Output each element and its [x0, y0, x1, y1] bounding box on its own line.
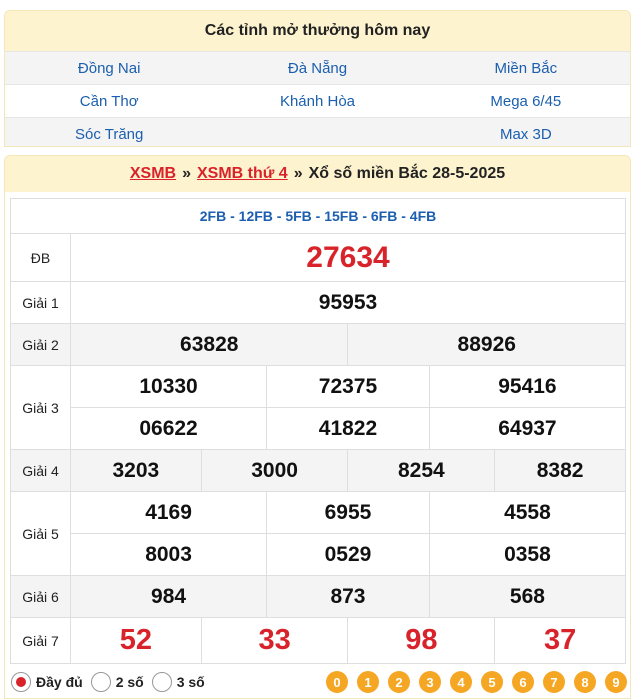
province-link-mega-645[interactable]: Mega 6/45 [422, 85, 630, 117]
prize-g5-number: 6955 [266, 491, 430, 534]
provinces-panel: Các tỉnh mở thưởng hôm nay Đồng Nai Đà N… [4, 10, 631, 147]
prize-g3-number: 64937 [428, 407, 627, 450]
provinces-row: Đồng Nai Đà Nẵng Miền Bắc [5, 51, 630, 84]
prize-g7-number: 37 [494, 617, 626, 664]
province-link-soc-trang[interactable]: Sóc Trăng [5, 118, 213, 146]
table-row: ĐB 27634 [10, 233, 626, 282]
option-3-digits[interactable]: 3 số [151, 672, 205, 692]
prize-special-number: 27634 [70, 233, 626, 282]
prize-g5-number: 8003 [69, 533, 268, 576]
option-label: 2 số [115, 674, 144, 690]
option-full[interactable]: Đầy đủ [11, 672, 83, 692]
prize-g3-number: 72375 [266, 365, 430, 408]
results-panel: XSMB » XSMB thứ 4 » Xổ số miền Bắc 28-5-… [4, 155, 631, 699]
prize-g5-number: 0529 [266, 533, 430, 576]
prize-g3-number: 95416 [428, 365, 627, 408]
prize-g2-number: 88926 [347, 323, 626, 366]
province-link-mien-bac[interactable]: Miền Bắc [422, 52, 630, 84]
prize-label-g1: Giải 1 [10, 281, 71, 324]
radio-selected-icon[interactable] [11, 672, 31, 692]
breadcrumb: XSMB » XSMB thứ 4 » Xổ số miền Bắc 28-5-… [5, 156, 630, 192]
digit-button-7[interactable]: 7 [543, 671, 565, 693]
provinces-row: Sóc Trăng Max 3D [5, 117, 630, 146]
prize-g5-number: 4558 [428, 491, 627, 534]
prize-label-g6: Giải 6 [10, 575, 71, 618]
prize-g5-number: 4169 [69, 491, 268, 534]
prize-g2-number: 63828 [69, 323, 349, 366]
prize-label-db: ĐB [10, 233, 71, 282]
digit-button-0[interactable]: 0 [326, 671, 348, 693]
province-link-max-3d[interactable]: Max 3D [422, 118, 630, 146]
table-row: Giải 7 52 33 98 37 [10, 617, 626, 664]
province-empty [213, 118, 421, 146]
digit-button-5[interactable]: 5 [481, 671, 503, 693]
table-row: Giải 6 984 873 568 [10, 575, 627, 618]
province-link-khanh-hoa[interactable]: Khánh Hòa [213, 85, 421, 117]
table-row: 8003 0529 0358 [11, 533, 627, 576]
prize-g1-number: 95953 [70, 281, 626, 324]
table-row: 06622 41822 64937 [11, 407, 627, 450]
breadcrumb-separator: » [182, 165, 191, 182]
province-link-can-tho[interactable]: Cần Thơ [5, 85, 213, 117]
prize-g7-number: 52 [70, 617, 202, 664]
digit-button-2[interactable]: 2 [388, 671, 410, 693]
prize-g4-number: 3000 [200, 449, 349, 492]
display-options: Đầy đủ 2 số 3 số 0 1 2 3 4 5 6 7 8 9 [11, 665, 627, 698]
prize-label-g3: Giải 3 [10, 365, 71, 450]
digit-button-1[interactable]: 1 [357, 671, 379, 693]
prize-g4-number: 8382 [494, 449, 626, 492]
provinces-row: Cần Thơ Khánh Hòa Mega 6/45 [5, 84, 630, 117]
table-row: Giải 2 63828 88926 [10, 323, 626, 366]
breadcrumb-current: Xổ số miền Bắc 28-5-2025 [308, 165, 506, 182]
prize-g3-number: 06622 [69, 407, 268, 450]
prize-g7-number: 98 [347, 617, 496, 664]
table-row: Giải 4 3203 3000 8254 8382 [10, 449, 626, 492]
digit-button-3[interactable]: 3 [419, 671, 441, 693]
option-label: Đầy đủ [36, 674, 83, 690]
prize-g6-number: 873 [266, 575, 430, 618]
province-link-da-nang[interactable]: Đà Nẵng [213, 52, 421, 84]
provinces-list: Đồng Nai Đà Nẵng Miền Bắc Cần Thơ Khánh … [5, 51, 630, 146]
prize-label-g2: Giải 2 [10, 323, 71, 366]
prize-codes: 2FB - 12FB - 5FB - 15FB - 6FB - 4FB [10, 198, 626, 234]
table-row: Giải 5 4169 6955 4558 [10, 491, 627, 576]
prize-g7-number: 33 [200, 617, 349, 664]
table-row: Giải 3 10330 72375 95416 [10, 365, 627, 450]
digit-button-8[interactable]: 8 [574, 671, 596, 693]
prize-label-g7: Giải 7 [10, 617, 71, 664]
prize-g3-number: 10330 [69, 365, 268, 408]
option-label: 3 số [176, 674, 205, 690]
prize-label-g5: Giải 5 [10, 491, 71, 576]
prize-g6-number: 984 [69, 575, 268, 618]
table-row: Giải 1 95953 [10, 281, 626, 324]
results-table: 2FB - 12FB - 5FB - 15FB - 6FB - 4FB ĐB 2… [10, 198, 627, 664]
province-link-dong-nai[interactable]: Đồng Nai [5, 52, 213, 84]
table-row: 2FB - 12FB - 5FB - 15FB - 6FB - 4FB [10, 198, 626, 234]
provinces-title: Các tỉnh mở thưởng hôm nay [5, 11, 630, 51]
prize-g5-number: 0358 [428, 533, 627, 576]
radio-icon[interactable] [151, 672, 172, 692]
digit-button-9[interactable]: 9 [605, 671, 627, 693]
prize-g4-number: 3203 [70, 449, 202, 492]
breadcrumb-separator: » [293, 165, 303, 182]
radio-icon[interactable] [90, 672, 111, 692]
option-2-digits[interactable]: 2 số [90, 672, 144, 692]
prize-g3-number: 41822 [266, 407, 430, 450]
breadcrumb-link-xsmb[interactable]: XSMB [130, 165, 176, 183]
digit-button-6[interactable]: 6 [512, 671, 534, 693]
prize-label-g4: Giải 4 [10, 449, 71, 492]
digit-button-4[interactable]: 4 [450, 671, 472, 693]
digit-filter: 0 1 2 3 4 5 6 7 8 9 [317, 671, 627, 693]
prize-g4-number: 8254 [347, 449, 496, 492]
breadcrumb-link-xsmb-thu-4[interactable]: XSMB thứ 4 [197, 165, 288, 183]
prize-g6-number: 568 [428, 575, 627, 618]
